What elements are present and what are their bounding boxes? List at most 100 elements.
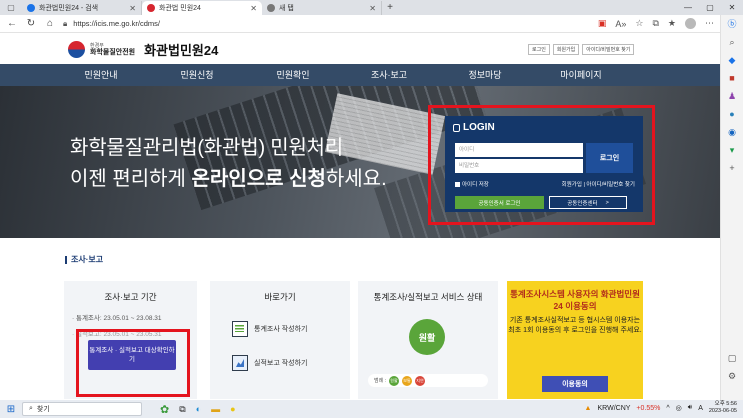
card-title: 조사·보고 기간 xyxy=(104,292,157,302)
survey-period: · 통계조사: 23.05.01 ~ 23.08.31 xyxy=(72,315,162,322)
close-tab-icon[interactable]: ✕ xyxy=(129,4,136,13)
office-icon[interactable]: ● xyxy=(729,109,734,119)
site-favicon-icon xyxy=(147,4,155,12)
minimize-icon[interactable]: — xyxy=(677,0,699,15)
windows-taskbar: ⊞ ⌕ 찾기 ✿ ⧉ ◐ ▬ ● ▲ KRW/CNY +0.55% ^ ◎ 🔊︎… xyxy=(0,400,743,418)
windows-start-icon[interactable]: ⊞ xyxy=(0,404,22,415)
main-nav: 민원안내 민원신청 민원확인 조사·보고 정보마당 마이페이지 xyxy=(0,64,720,86)
shortcut-report[interactable]: 실적보고 작성하기 xyxy=(232,355,350,371)
back-icon[interactable]: ← xyxy=(6,18,18,29)
tools-icon[interactable]: ▾ xyxy=(730,145,735,155)
favorite-icon[interactable]: ☆ xyxy=(635,18,643,29)
ime-indicator[interactable]: A xyxy=(698,405,703,412)
shopping-icon[interactable]: ■ xyxy=(729,73,734,83)
card-title: 바로가기 xyxy=(264,292,296,302)
webpage: 환경부 화학물질안전원 화관법민원24 로그인 회원가입 아이디/비밀번호 찾기… xyxy=(0,34,720,400)
read-aloud-icon[interactable]: A» xyxy=(615,19,626,29)
favorites-bar-icon[interactable]: ★ xyxy=(668,18,676,29)
tracking-icon[interactable]: ▣ xyxy=(598,18,607,29)
tab-title: 화관법민원24 - 검색 xyxy=(39,5,99,12)
annotation-login-box xyxy=(428,105,655,225)
util-find-account-link[interactable]: 아이디/비밀번호 찾기 xyxy=(582,44,635,55)
edge-sidebar: ⓑ ⌕ ◆ ■ ♟ ● ◉ ▾ + ▢ ⚙ xyxy=(720,15,743,400)
status-legend: 범례 : 원활 보통 지연 xyxy=(368,374,488,387)
survey-form-icon xyxy=(232,321,248,337)
taeguk-emblem-icon xyxy=(68,41,85,58)
volume-icon[interactable]: 🔊︎ xyxy=(688,404,692,412)
url-text: https://icis.me.go.kr/cdms/ xyxy=(73,19,160,28)
consent-button[interactable]: 이용동의 xyxy=(542,376,608,392)
nav-item-mypage[interactable]: 마이페이지 xyxy=(533,64,629,86)
taskbar-search[interactable]: ⌕ 찾기 xyxy=(22,402,142,416)
consent-title: 통계조사시스템 사용자의 화관법민원24 이용동의 xyxy=(510,289,640,311)
currency-label[interactable]: KRW/CNY xyxy=(597,405,630,412)
util-signup-link[interactable]: 회원가입 xyxy=(552,44,580,55)
window-menu-icon[interactable]: ▢ xyxy=(0,0,22,15)
consent-card: 통계조사시스템 사용자의 화관법민원24 이용동의 기존 통계조사실적보고 등 … xyxy=(507,281,643,399)
section-title: 조사·보고 xyxy=(65,256,103,264)
maximize-icon[interactable]: ▢ xyxy=(699,0,721,15)
nav-item-check[interactable]: 민원확인 xyxy=(245,64,341,86)
hero-heading: 화학물질관리법(화관법) 민원처리 xyxy=(70,137,344,159)
games-icon[interactable]: ♟ xyxy=(728,91,736,101)
close-tab-icon[interactable]: ✕ xyxy=(250,4,257,13)
annotation-check-button xyxy=(76,329,190,397)
legend-normal: 보통 xyxy=(401,375,412,386)
settings-icon[interactable]: ⚙ xyxy=(728,371,736,381)
browser-toolbar: ▣ A» ☆ ⧉ ★ ⋯ xyxy=(598,18,714,29)
browser-tab-new[interactable]: 새 탭 ✕ xyxy=(262,1,382,15)
org-name: 화학물질안전원 xyxy=(90,48,136,56)
refresh-icon[interactable]: ↻ xyxy=(25,18,37,29)
site-logo[interactable]: 환경부 화학물질안전원 화관법민원24 xyxy=(68,40,218,59)
close-tab-icon[interactable]: ✕ xyxy=(369,4,376,13)
search-icon: ⌕ xyxy=(29,405,33,412)
service-status-card: 통계조사/실적보고 서비스 상태 원활 범례 : 원활 보통 지연 xyxy=(358,281,498,399)
clock[interactable]: 오후 5:56 2023-06-05 xyxy=(709,401,737,415)
outlook-icon[interactable]: ◉ xyxy=(728,127,736,137)
kakaotalk-icon[interactable]: ● xyxy=(230,404,235,414)
plant-app-icon[interactable]: ✿ xyxy=(160,403,169,416)
site-header: 환경부 화학물질안전원 화관법민원24 로그인 회원가입 아이디/비밀번호 찾기 xyxy=(0,34,720,64)
hero-subheading: 이젠 편리하게 온라인으로 신청하세요. xyxy=(70,168,387,190)
window-controls: — ▢ ✕ xyxy=(677,0,743,15)
profile-avatar[interactable] xyxy=(685,18,696,29)
edge-icon[interactable]: ◐ xyxy=(196,404,201,414)
util-login-link[interactable]: 로그인 xyxy=(528,44,550,55)
home-icon[interactable]: ⌂ xyxy=(44,18,56,29)
nav-item-guide[interactable]: 민원안내 xyxy=(53,64,149,86)
tray-chevron-icon[interactable]: ^ xyxy=(666,405,669,412)
legend-smooth: 원활 xyxy=(388,375,399,386)
network-icon[interactable]: ◎ xyxy=(676,404,682,412)
shortcut-survey[interactable]: 통계조사 작성하기 xyxy=(232,321,350,337)
split-screen-icon[interactable]: ▢ xyxy=(728,353,737,363)
tab-title: 화관법 민원24 xyxy=(159,5,201,12)
newtab-favicon-icon xyxy=(267,4,275,12)
file-explorer-icon[interactable]: ▬ xyxy=(211,404,220,414)
address-bar: ← ↻ ⌂ 🔒︎ https://icis.me.go.kr/cdms/ ▣ A… xyxy=(0,15,720,33)
shortcut-card: 바로가기 통계조사 작성하기 실적보고 작성하기 xyxy=(210,281,350,399)
nav-item-apply[interactable]: 민원신청 xyxy=(149,64,245,86)
add-icon[interactable]: + xyxy=(729,163,734,173)
browser-tab-search[interactable]: 화관법민원24 - 검색 ✕ xyxy=(22,1,142,15)
legend-delay: 지연 xyxy=(414,375,425,386)
status-indicator: 원활 xyxy=(409,319,445,355)
consent-description: 기존 통계조사실적보고 등 협시스템 이용자는 최초 1회 이용동의 후 로그인… xyxy=(508,317,642,334)
url-field[interactable]: 🔒︎ https://icis.me.go.kr/cdms/ xyxy=(63,17,591,31)
collections-icon[interactable]: ⧉ xyxy=(652,18,658,29)
report-chart-icon xyxy=(232,355,248,371)
pinned-apps: ✿ ⧉ ◐ ▬ ● xyxy=(160,403,236,416)
bing-icon[interactable]: ⓑ xyxy=(727,19,736,29)
system-tray: ▲ KRW/CNY +0.55% ^ ◎ 🔊︎ A 오후 5:56 2023-0… xyxy=(585,401,737,415)
new-tab-button[interactable]: + xyxy=(382,1,398,15)
search-icon[interactable]: ⌕ xyxy=(729,37,734,47)
task-view-icon[interactable]: ⧉ xyxy=(179,404,185,415)
stock-icon: ▲ xyxy=(584,404,592,412)
nav-item-report[interactable]: 조사·보고 xyxy=(341,64,437,86)
browser-tab-strip: ▢ 화관법민원24 - 검색 ✕ 화관법 민원24 ✕ 새 탭 ✕ + — ▢ … xyxy=(0,0,743,15)
close-window-icon[interactable]: ✕ xyxy=(721,0,743,15)
nav-item-info[interactable]: 정보마당 xyxy=(437,64,533,86)
tag-icon[interactable]: ◆ xyxy=(729,55,736,65)
browser-tab-active[interactable]: 화관법 민원24 ✕ xyxy=(142,1,262,15)
site-title: 화관법민원24 xyxy=(144,43,219,58)
more-icon[interactable]: ⋯ xyxy=(705,18,714,29)
